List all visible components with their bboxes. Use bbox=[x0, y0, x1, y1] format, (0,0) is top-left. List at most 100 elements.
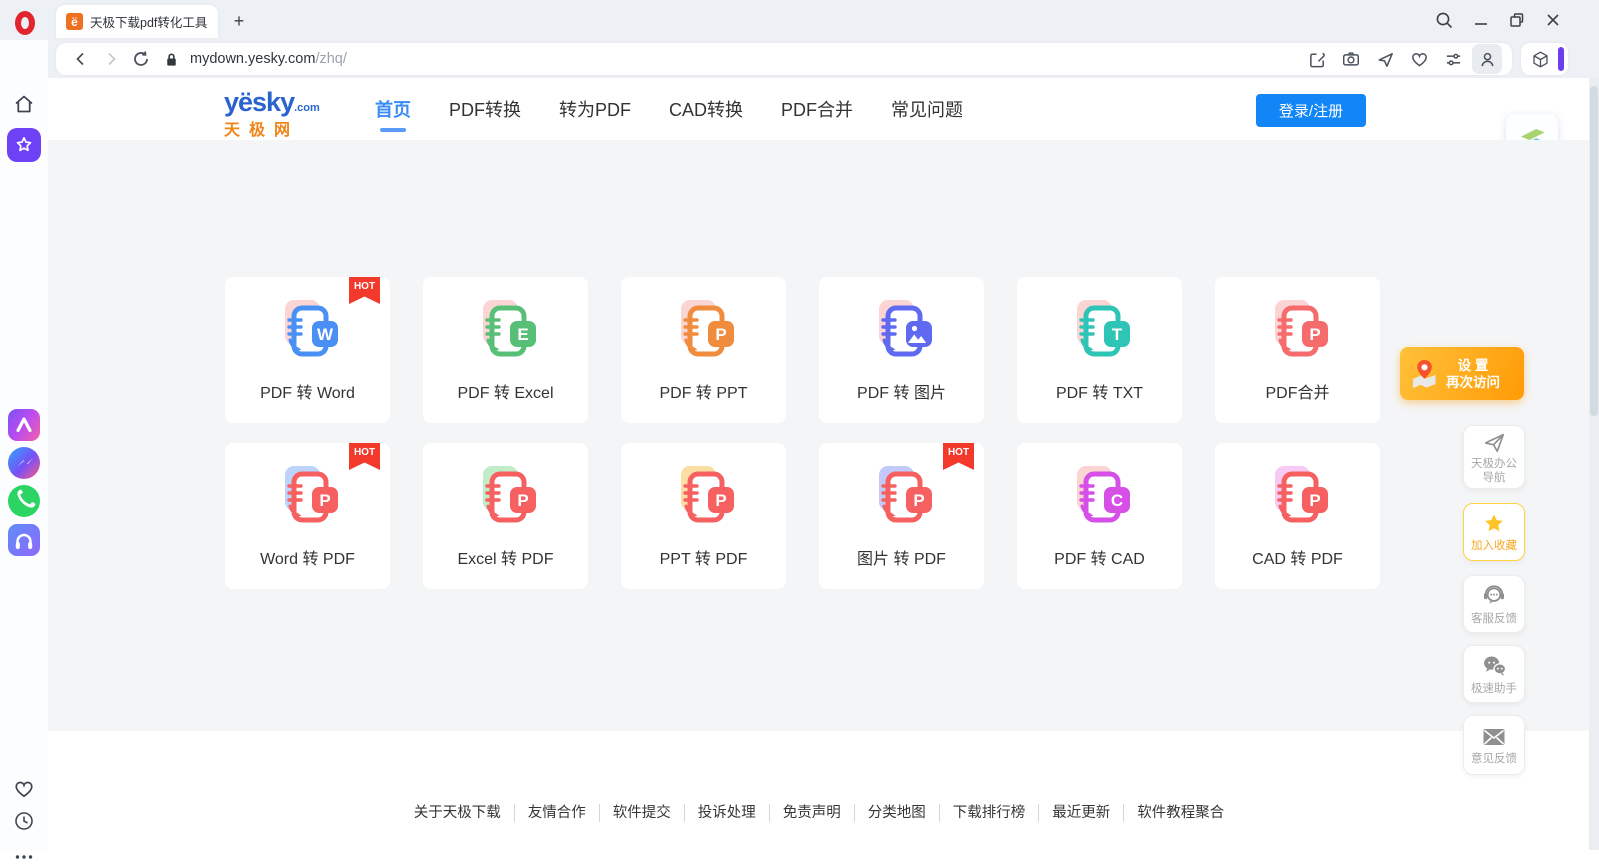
feedback-widget[interactable]: 意见反馈 bbox=[1463, 715, 1525, 775]
lock-icon[interactable] bbox=[156, 44, 186, 74]
svg-text:P: P bbox=[715, 325, 726, 344]
office-nav-widget[interactable]: 天极办公导航 bbox=[1463, 425, 1525, 489]
speed-assistant-widget[interactable]: 极速助手 bbox=[1463, 645, 1525, 703]
revisit-banner[interactable]: 设 置再次访问 bbox=[1400, 347, 1524, 400]
history-clock-icon[interactable] bbox=[13, 810, 35, 832]
send-icon[interactable] bbox=[1370, 44, 1400, 74]
easy-setup-sliders-icon[interactable] bbox=[1438, 44, 1468, 74]
site-header: yësky.com 天极网 首页 PDF转换 转为PDF CAD转换 PDF合并 常见问题… bbox=[48, 78, 1590, 140]
restore-button[interactable] bbox=[1504, 7, 1530, 33]
wechat-bubbles-icon bbox=[1481, 653, 1508, 679]
messenger-icon[interactable] bbox=[8, 447, 40, 479]
sidebar-toggle-bar[interactable] bbox=[1558, 47, 1564, 71]
conversion-card[interactable]: HOT P Excel 转 PDF bbox=[423, 443, 588, 589]
footer-link[interactable]: 分类地图 bbox=[855, 804, 940, 822]
reload-icon[interactable] bbox=[126, 44, 156, 74]
nav-item-label: CAD转换 bbox=[669, 100, 743, 120]
snapshot-edit-icon[interactable] bbox=[1302, 44, 1332, 74]
heart-icon[interactable] bbox=[1404, 44, 1434, 74]
conversion-card[interactable]: HOT P 图片 转 PDF bbox=[819, 443, 984, 589]
footer-link[interactable]: 软件提交 bbox=[600, 804, 685, 822]
conversion-card[interactable]: HOT W PDF 转 Word bbox=[225, 277, 390, 423]
address-bar[interactable]: mydown.yesky.com/zhq/ bbox=[56, 43, 1512, 75]
conversion-card[interactable]: HOT P PDF 转 PPT bbox=[621, 277, 786, 423]
tab-favicon-icon: ë bbox=[66, 13, 83, 30]
svg-text:T: T bbox=[1111, 325, 1122, 344]
conversion-card[interactable]: HOT P CAD 转 PDF bbox=[1215, 443, 1380, 589]
add-favorite-widget[interactable]: 加入收藏 bbox=[1463, 503, 1525, 561]
svg-text:W: W bbox=[316, 325, 333, 344]
minimize-button[interactable] bbox=[1468, 7, 1494, 33]
more-options-icon[interactable] bbox=[13, 846, 35, 868]
footer-link[interactable]: 最近更新 bbox=[1039, 804, 1124, 822]
url-field[interactable]: mydown.yesky.com/zhq/ bbox=[190, 51, 1302, 67]
footer-link[interactable]: 软件教程聚合 bbox=[1124, 804, 1237, 822]
conversion-card[interactable]: HOT T PDF 转 TXT bbox=[1017, 277, 1182, 423]
conversion-icon: P bbox=[276, 465, 340, 529]
home-icon[interactable] bbox=[12, 92, 36, 116]
headset-chat-icon bbox=[1481, 583, 1507, 609]
profile-icon[interactable] bbox=[1472, 44, 1502, 74]
nav-item[interactable]: PDF转换 bbox=[447, 78, 523, 140]
footer-link[interactable]: 关于天极下载 bbox=[401, 804, 515, 822]
search-icon[interactable] bbox=[1431, 7, 1457, 33]
scrollbar-thumb[interactable] bbox=[1590, 86, 1598, 416]
page-scrollbar[interactable] bbox=[1589, 78, 1599, 850]
conversion-card[interactable]: HOT PDF 转 图片 bbox=[819, 277, 984, 423]
svg-text:P: P bbox=[319, 491, 330, 510]
login-register-button[interactable]: 登录/注册 bbox=[1256, 94, 1366, 127]
nav-item[interactable]: PDF合并 bbox=[779, 78, 855, 140]
conversion-card[interactable]: HOT P PDF合并 bbox=[1215, 277, 1380, 423]
player-headphones-icon[interactable] bbox=[8, 524, 40, 556]
hot-badge: HOT bbox=[349, 277, 380, 304]
browser-sidebar bbox=[0, 40, 48, 850]
conversion-card-label: PDF合并 bbox=[1265, 379, 1329, 403]
conversion-icon: E bbox=[474, 299, 538, 363]
conversion-card-label: CAD 转 PDF bbox=[1252, 545, 1343, 569]
conversion-icon: C bbox=[1068, 465, 1132, 529]
conversion-card-label: PDF 转 CAD bbox=[1054, 545, 1145, 569]
svg-text:P: P bbox=[715, 491, 726, 510]
conversion-icon: W bbox=[276, 299, 340, 363]
conversion-card-label: PDF 转 图片 bbox=[857, 379, 946, 403]
nav-item-label: PDF转换 bbox=[449, 100, 521, 120]
conversion-icon: P bbox=[1266, 299, 1330, 363]
svg-text:P: P bbox=[517, 491, 528, 510]
revisit-line1: 设 置 bbox=[1446, 357, 1500, 374]
web-page: yësky.com 天极网 首页 PDF转换 转为PDF CAD转换 PDF合并 常见问题… bbox=[48, 78, 1590, 850]
conversion-card[interactable]: HOT E PDF 转 Excel bbox=[423, 277, 588, 423]
conversion-icon: P bbox=[672, 465, 736, 529]
yesky-logo[interactable]: yësky.com 天极网 bbox=[224, 87, 344, 140]
nav-item[interactable]: 首页 bbox=[373, 78, 413, 140]
footer-link[interactable]: 投诉处理 bbox=[685, 804, 770, 822]
nav-item-label: PDF合并 bbox=[781, 100, 853, 120]
hot-badge: HOT bbox=[943, 443, 974, 470]
opera-logo-icon[interactable] bbox=[15, 11, 35, 35]
footer-link[interactable]: 下载排行榜 bbox=[940, 804, 1040, 822]
footer-link[interactable]: 友情合作 bbox=[515, 804, 600, 822]
conversion-card[interactable]: HOT P Word 转 PDF bbox=[225, 443, 390, 589]
conversion-card[interactable]: HOT C PDF 转 CAD bbox=[1017, 443, 1182, 589]
customer-service-widget[interactable]: 客服反馈 bbox=[1463, 575, 1525, 633]
favorites-heart-icon[interactable] bbox=[13, 778, 35, 800]
footer-link[interactable]: 免责声明 bbox=[770, 804, 855, 822]
forward-icon[interactable] bbox=[96, 44, 126, 74]
conversion-icon: P bbox=[474, 465, 538, 529]
camera-icon[interactable] bbox=[1336, 44, 1366, 74]
extension-cube-icon[interactable] bbox=[1525, 44, 1555, 74]
whatsapp-icon[interactable] bbox=[8, 485, 40, 517]
nav-item[interactable]: 转为PDF bbox=[557, 78, 633, 140]
close-button[interactable] bbox=[1540, 7, 1566, 33]
new-tab-button[interactable]: + bbox=[226, 8, 252, 34]
nav-item[interactable]: 常见问题 bbox=[889, 78, 965, 140]
conversion-card[interactable]: HOT P PPT 转 PDF bbox=[621, 443, 786, 589]
speed-dial-star-icon[interactable] bbox=[7, 128, 41, 162]
star-icon bbox=[1482, 512, 1506, 536]
conversion-card-label: Word 转 PDF bbox=[260, 545, 355, 569]
conversion-card-label: Excel 转 PDF bbox=[457, 545, 553, 569]
aria-ai-icon[interactable] bbox=[8, 409, 40, 441]
browser-tab[interactable]: ë 天极下载pdf转化工具 bbox=[56, 5, 218, 38]
nav-item[interactable]: CAD转换 bbox=[667, 78, 745, 140]
back-icon[interactable] bbox=[66, 44, 96, 74]
nav-item-label: 首页 bbox=[375, 100, 411, 120]
